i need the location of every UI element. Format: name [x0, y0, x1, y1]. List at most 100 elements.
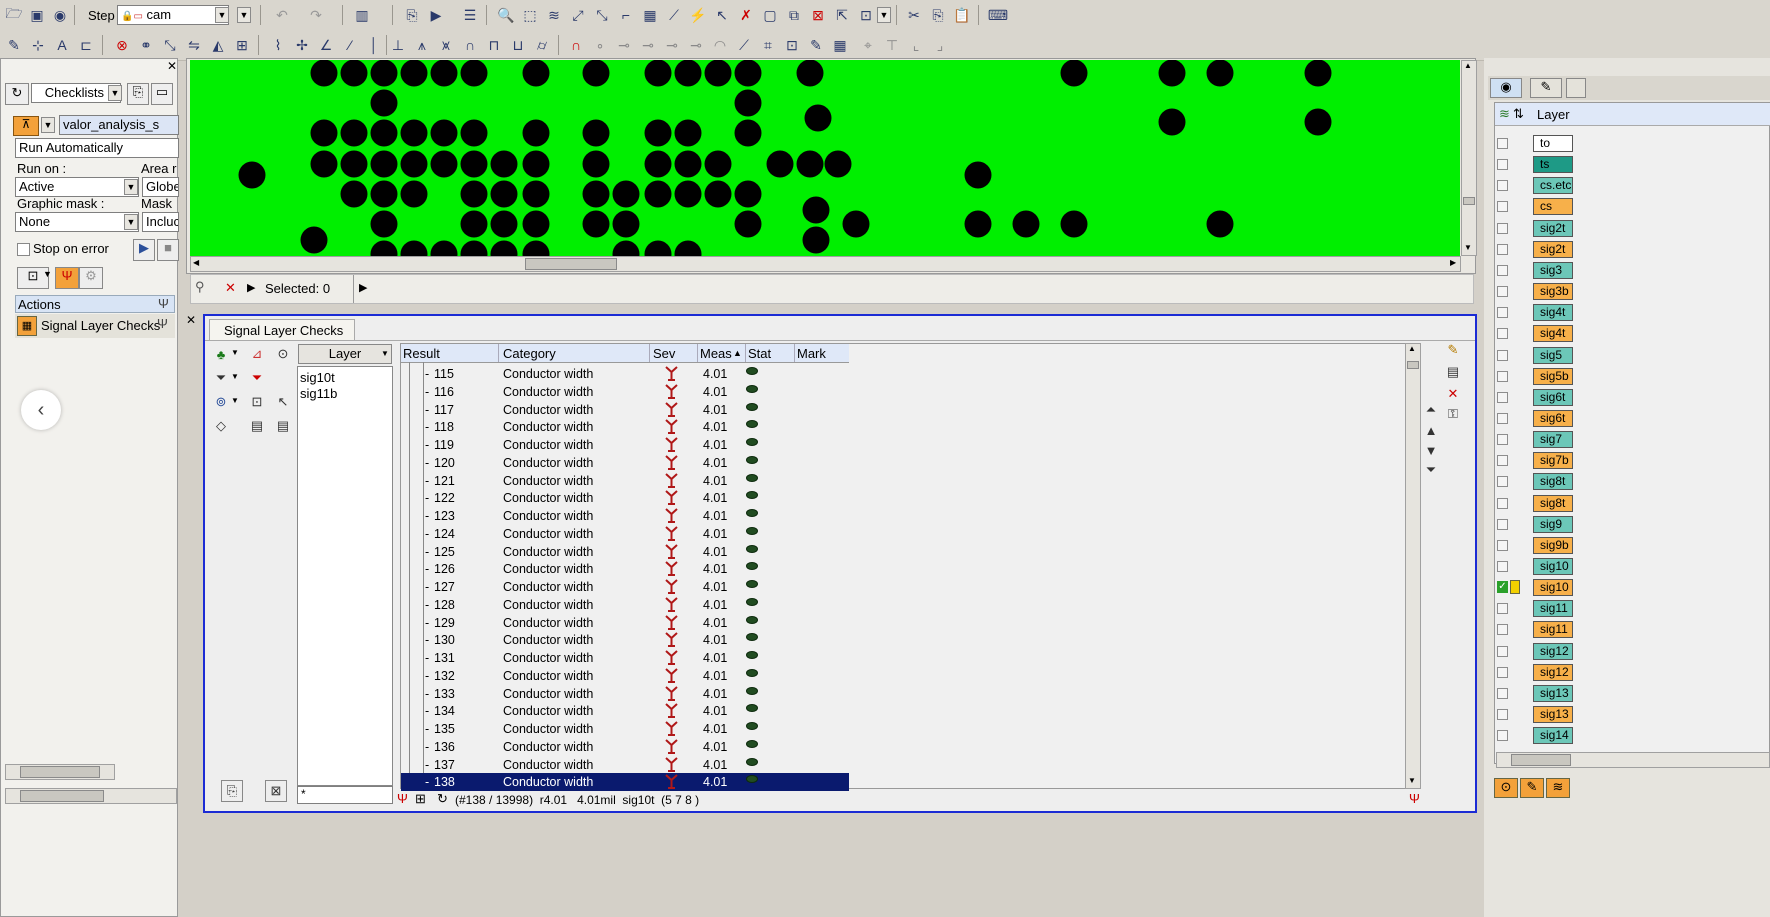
- tool-icon[interactable]: ⌭: [532, 35, 552, 55]
- layer-item[interactable]: sig12: [1533, 642, 1573, 660]
- pad[interactable]: [612, 210, 640, 238]
- scroll-down-icon[interactable]: ▼: [1408, 776, 1416, 785]
- scroll-up-icon[interactable]: ▲: [1408, 344, 1416, 353]
- table-row[interactable]: -133 Conductor width 4.01: [401, 685, 849, 703]
- filter-icon[interactable]: Ψ: [55, 267, 79, 289]
- script-icon[interactable]: ⎘: [402, 5, 422, 25]
- open-folder-icon[interactable]: 🗁: [4, 5, 24, 25]
- layer-item[interactable]: ts: [1533, 156, 1573, 174]
- layer-checkbox[interactable]: [1497, 370, 1508, 382]
- layer-item[interactable]: sig11: [1533, 621, 1573, 639]
- document-edit-icon[interactable]: ▤: [273, 416, 293, 436]
- undo-icon[interactable]: ↶: [272, 5, 292, 25]
- layer-item[interactable]: sig7: [1533, 431, 1573, 449]
- dimension-icon[interactable]: ⊥: [388, 35, 408, 55]
- pad[interactable]: [802, 196, 830, 224]
- column-category[interactable]: Category: [503, 346, 556, 361]
- layer-checkbox[interactable]: [1497, 497, 1508, 509]
- layer-item[interactable]: sig2t: [1533, 219, 1573, 237]
- table-row[interactable]: -122 Conductor width 4.01: [401, 489, 849, 507]
- table-row[interactable]: -128 Conductor width 4.01: [401, 596, 849, 614]
- refresh-icon[interactable]: ↻: [5, 83, 29, 105]
- snap-line-icon[interactable]: ⊸: [662, 35, 682, 55]
- layer-item[interactable]: sig5: [1533, 346, 1573, 364]
- layer-select[interactable]: Layer ▼: [298, 344, 392, 364]
- layer-item[interactable]: sig11: [1533, 600, 1573, 618]
- anchor-icon[interactable]: ⊤: [882, 35, 902, 55]
- pad[interactable]: [796, 150, 824, 178]
- layer-item[interactable]: sig5b: [1533, 367, 1573, 385]
- layer-checkbox[interactable]: [1497, 349, 1508, 361]
- layer-item[interactable]: sig8t: [1533, 494, 1573, 512]
- scroll-down-icon[interactable]: ▼: [1464, 243, 1472, 252]
- collapse-icon[interactable]: ⊠: [265, 780, 287, 802]
- tree-icon[interactable]: ♣: [211, 344, 231, 364]
- layer-item[interactable]: sig9b: [1533, 536, 1573, 554]
- column-stat[interactable]: Stat: [748, 346, 771, 361]
- filter-icon[interactable]: ⏷: [211, 368, 231, 388]
- measure-icon[interactable]: ⤡: [592, 5, 612, 25]
- table-row[interactable]: -132 Conductor width 4.01: [401, 667, 849, 685]
- pad[interactable]: [490, 180, 518, 208]
- pad[interactable]: [734, 180, 762, 208]
- pad[interactable]: [964, 161, 992, 189]
- layer-filter-input[interactable]: *: [297, 786, 393, 804]
- pad[interactable]: [612, 180, 640, 208]
- close-icon[interactable]: ✕: [186, 313, 196, 327]
- layer-item[interactable]: sig4t: [1533, 325, 1573, 343]
- layer-checkbox[interactable]: [1497, 180, 1508, 192]
- layer-checkbox[interactable]: [1497, 518, 1508, 530]
- pad[interactable]: [300, 226, 328, 254]
- stop-icon[interactable]: ⊗: [112, 35, 132, 55]
- table-row[interactable]: -121 Conductor width 4.01: [401, 472, 849, 490]
- grid-icon[interactable]: ▦: [830, 35, 850, 55]
- document-icon[interactable]: ▤: [247, 416, 267, 436]
- column-sev[interactable]: Sev: [653, 346, 675, 361]
- tool-icon[interactable]: ⩚: [412, 35, 432, 55]
- play-icon[interactable]: ▶: [359, 281, 367, 294]
- pointer-icon[interactable]: ↖: [273, 392, 293, 412]
- layer-checkbox[interactable]: [1497, 243, 1508, 255]
- layers-icon[interactable]: ≋: [544, 5, 564, 25]
- layer-checkbox[interactable]: [1497, 624, 1508, 636]
- pad[interactable]: [582, 119, 610, 147]
- pen-icon[interactable]: ✎: [4, 35, 24, 55]
- refresh-icon[interactable]: ↻: [437, 791, 448, 807]
- pad[interactable]: [1012, 210, 1040, 238]
- add-text-icon[interactable]: A: [52, 35, 72, 55]
- pad[interactable]: [370, 150, 398, 178]
- copy-icon[interactable]: ⎘: [928, 5, 948, 25]
- layer-item[interactable]: cs.etc: [1533, 177, 1573, 195]
- layer-checkbox[interactable]: [1497, 328, 1508, 340]
- pad[interactable]: [1060, 60, 1088, 87]
- layer-checkbox[interactable]: [1497, 286, 1508, 298]
- layer-checkbox[interactable]: [1497, 222, 1508, 234]
- layer-item[interactable]: sig13: [1533, 684, 1573, 702]
- corner-icon[interactable]: ⌟: [930, 35, 950, 55]
- pad[interactable]: [522, 60, 550, 87]
- chevron-down-icon[interactable]: ▼: [124, 179, 138, 195]
- layer-checkbox[interactable]: [1497, 666, 1508, 678]
- layer-item[interactable]: sig3b: [1533, 283, 1573, 301]
- layer-checkbox[interactable]: [1497, 476, 1508, 488]
- move-icon[interactable]: ⇱: [832, 5, 852, 25]
- pad[interactable]: [490, 150, 518, 178]
- pin-icon[interactable]: ⊼: [13, 116, 39, 136]
- close-icon[interactable]: ✕: [225, 280, 236, 296]
- layer-checked-icon[interactable]: ✓: [1497, 581, 1508, 594]
- highlight-icon[interactable]: ⚡: [688, 5, 708, 25]
- layer-action-icon[interactable]: ✎: [1520, 778, 1544, 798]
- angle-icon[interactable]: ∠: [316, 35, 336, 55]
- pad[interactable]: [310, 150, 338, 178]
- save-icon[interactable]: ▣: [27, 5, 47, 25]
- report-icon[interactable]: ▤: [1443, 362, 1463, 382]
- table-row[interactable]: -135 Conductor width 4.01: [401, 720, 849, 738]
- scrollbar-thumb[interactable]: [525, 258, 617, 270]
- horizontal-scrollbar[interactable]: ◀ ▶: [190, 256, 1461, 272]
- pad[interactable]: [430, 119, 458, 147]
- layer-item[interactable]: sig6t: [1533, 388, 1573, 406]
- layer-checkbox[interactable]: [1497, 455, 1508, 467]
- pad[interactable]: [370, 60, 398, 87]
- step-select[interactable]: 🔒▭ cam: [117, 5, 229, 25]
- pad[interactable]: [734, 210, 762, 238]
